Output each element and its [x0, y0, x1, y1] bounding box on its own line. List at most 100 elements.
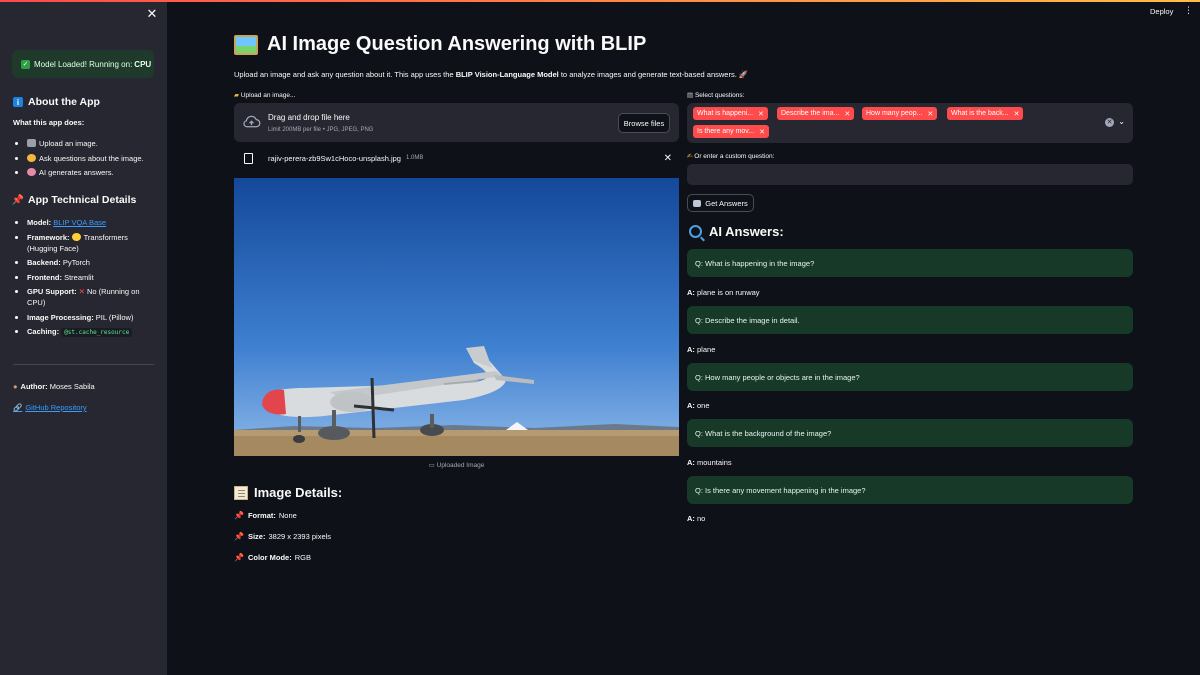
brain-icon: [27, 168, 36, 176]
list-item: Backend: PyTorch: [13, 257, 148, 268]
deploy-button[interactable]: Deploy: [1150, 7, 1173, 16]
framework-label: Framework:: [27, 232, 70, 242]
question-chip[interactable]: How many peop... ✕: [862, 107, 938, 120]
list-item: Model: BLIP VQA Base: [13, 217, 148, 228]
chip-remove-icon[interactable]: ✕: [1014, 110, 1020, 118]
sidebar: ✕ ✓ Model Loaded! Running on: CPU i Abou…: [0, 2, 167, 675]
clear-all-icon[interactable]: ✕: [1105, 118, 1114, 127]
memo-icon: [234, 485, 248, 500]
chip-remove-icon[interactable]: ✕: [759, 128, 765, 136]
pushpin-icon: 📌: [234, 532, 244, 541]
about-list: Upload an image. Ask questions about the…: [13, 138, 144, 182]
detail-format: 📌 Format: None: [234, 511, 297, 520]
github-repo-link[interactable]: 🔗 GitHub Repository: [13, 403, 87, 412]
person-icon: ●: [13, 382, 18, 391]
question-box: Q: How many people or objects are in the…: [687, 363, 1133, 391]
mode-label: Color Mode:: [247, 553, 292, 562]
author-line: ● Author: Moses Sabila: [13, 382, 95, 391]
question-box: Q: Describe the image in detail.: [687, 306, 1133, 334]
size-label: Size:: [247, 532, 266, 541]
caching-value: @st.cache_resource: [61, 328, 133, 337]
cross-mark-icon: ✕: [78, 287, 85, 296]
chip-remove-icon[interactable]: ✕: [927, 110, 933, 118]
select-questions-label: ▤ Select questions:: [687, 91, 744, 99]
more-vert-icon[interactable]: ⋮: [1184, 6, 1193, 15]
pushpin-icon: 📌: [11, 194, 25, 206]
detail-color-mode: 📌 Color Mode: RGB: [234, 553, 311, 562]
page-title: AI Image Question Answering with BLIP: [234, 33, 646, 56]
list-item: Frontend: Streamlit: [13, 272, 148, 283]
list-item: Caching: @st.cache_resource: [13, 326, 148, 338]
chip-label: Is there any mov...: [697, 128, 755, 135]
answer-label: A:: [687, 345, 695, 354]
list-item-text: AI generates answers.: [39, 168, 114, 177]
custom-question-input[interactable]: [687, 164, 1133, 185]
top-decoration-bar: [0, 0, 1200, 2]
select-questions-text: Select questions:: [694, 92, 745, 99]
frontend-label: Frontend:: [27, 272, 62, 282]
tech-list: Model: BLIP VQA Base Framework: Transfor…: [13, 217, 148, 342]
thinking-face-icon: [27, 153, 36, 162]
cloud-upload-icon: [243, 115, 261, 128]
writing-hand-icon: ✍: [687, 153, 693, 160]
caching-label: Caching:: [27, 327, 60, 336]
author-name: Moses Sabila: [49, 382, 95, 391]
format-label: Format:: [247, 511, 276, 520]
airplane-photo: [234, 178, 679, 456]
model-link[interactable]: BLIP VQA Base: [53, 218, 106, 227]
answer-value: plane: [697, 345, 716, 354]
close-sidebar-button[interactable]: ✕: [146, 7, 158, 20]
question-box: Q: What is the background of the image?: [687, 419, 1133, 447]
backend-value: PyTorch: [62, 258, 90, 267]
question-chip[interactable]: What is happeni... ✕: [693, 107, 768, 120]
question-box: Q: Is there any movement happening in th…: [687, 476, 1133, 504]
upload-label-text: Upload an image...: [240, 92, 296, 99]
chip-label: How many peop...: [866, 110, 923, 117]
list-item: Framework: Transformers (Hugging Face): [13, 232, 148, 254]
subtitle-pre: Upload an image and ask any question abo…: [234, 70, 456, 79]
info-icon: i: [13, 97, 23, 107]
questions-multiselect[interactable]: What is happeni... ✕ Describe the ima... ✕…: [687, 103, 1133, 143]
about-title: About the App: [28, 96, 100, 108]
chevron-down-icon[interactable]: ⌄: [1118, 117, 1125, 126]
sidebar-divider: [13, 364, 154, 365]
image-details-heading: Image Details:: [234, 485, 342, 500]
frontend-value: Streamlit: [64, 272, 94, 282]
framed-picture-icon: [234, 34, 258, 55]
hugging-face-icon: [71, 232, 81, 241]
list-item: AI generates answers.: [13, 167, 144, 178]
tech-title: App Technical Details: [28, 194, 137, 206]
imgproc-label: Image Processing:: [27, 312, 94, 322]
answers-heading: AI Answers:: [689, 224, 784, 239]
answer-text: A: no: [687, 514, 705, 523]
list-item: GPU Support: ✕ No (Running on CPU): [13, 286, 148, 308]
imgproc-value: PIL (Pillow): [95, 312, 134, 322]
question-chip[interactable]: Is there any mov... ✕: [693, 125, 769, 138]
list-item: Ask questions about the image.: [13, 153, 144, 164]
question-chip[interactable]: Describe the ima... ✕: [777, 107, 855, 120]
chip-remove-icon[interactable]: ✕: [758, 110, 764, 118]
custom-question-text: Or enter a custom question:: [694, 153, 775, 160]
file-dropzone[interactable]: Drag and drop file here Limit 200MB per …: [234, 103, 679, 142]
answer-label: A:: [687, 288, 695, 297]
detail-size: 📌 Size: 3829 x 2393 pixels: [234, 532, 331, 541]
question-chip[interactable]: What is the back... ✕: [947, 107, 1024, 120]
repo-link-text[interactable]: GitHub Repository: [25, 403, 86, 412]
size-value: 3829 x 2393 pixels: [268, 532, 332, 541]
magnifying-glass-icon: [689, 225, 702, 238]
uploaded-image: [234, 178, 679, 456]
browse-files-button[interactable]: Browse files: [618, 113, 670, 133]
answer-label: A:: [687, 401, 695, 410]
uploaded-file-row: rajiv-perera-zb9Sw1cHoco-unsplash.jpg 1.…: [244, 151, 672, 165]
list-item-text: Upload an image.: [39, 139, 98, 148]
mode-value: RGB: [294, 553, 311, 562]
answer-label: A:: [687, 458, 695, 467]
remove-file-button[interactable]: ✕: [664, 153, 672, 164]
model-label: Model:: [27, 218, 52, 227]
subtitle-post: to analyze images and generate text-base…: [558, 70, 749, 79]
get-answers-button[interactable]: Get Answers: [687, 194, 754, 212]
chip-remove-icon[interactable]: ✕: [844, 110, 850, 118]
list-item: Upload an image.: [13, 138, 144, 149]
answer-text: A: plane is on runway: [687, 288, 760, 297]
answer-value: one: [697, 401, 710, 410]
